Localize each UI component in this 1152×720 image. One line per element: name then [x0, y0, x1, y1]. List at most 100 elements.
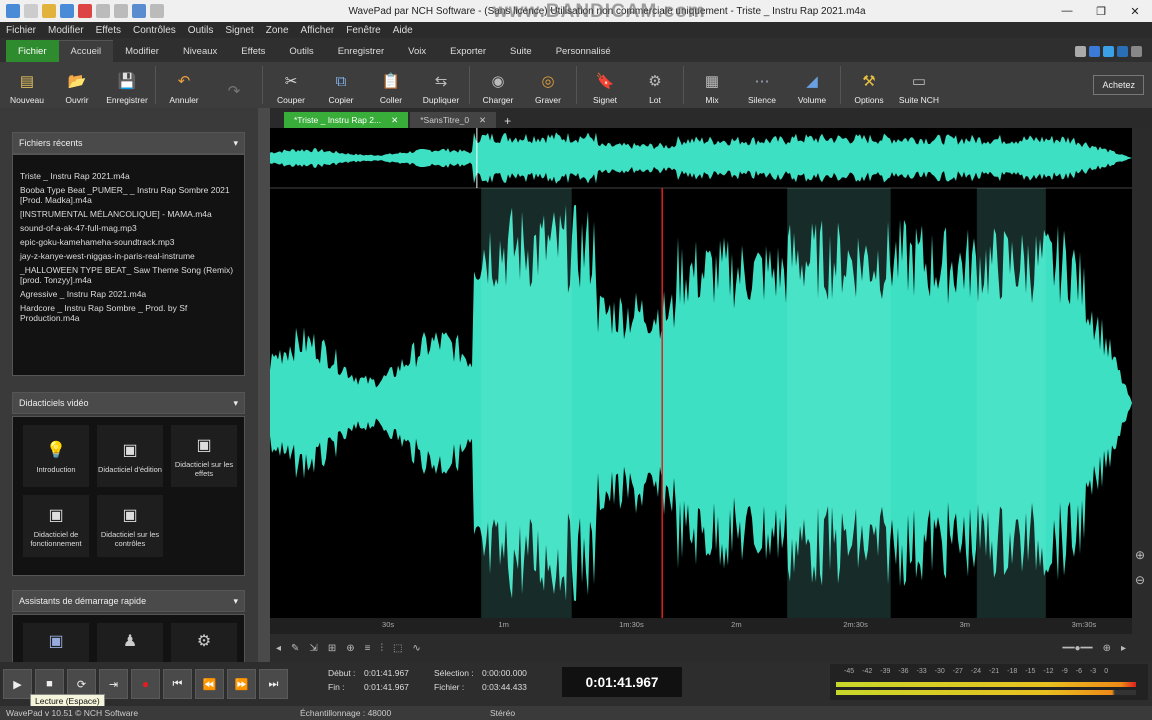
toolbar-button-8[interactable]: ⇆ Dupliquer — [416, 62, 466, 108]
recent-file-item[interactable]: [INSTRUMENTAL MÉLANCOLIQUE] - MAMA.m4a — [13, 207, 244, 221]
twitter-icon[interactable] — [1103, 45, 1114, 57]
toolbar-button-5[interactable]: ✂ Couper — [266, 62, 316, 108]
help-icon[interactable] — [1131, 45, 1142, 57]
close-icon[interactable]: ✕ — [1118, 5, 1152, 18]
menu-item-8[interactable]: Fenêtre — [346, 25, 380, 36]
recent-files-header[interactable]: Fichiers récents ▾ — [12, 132, 245, 154]
menu-item-0[interactable]: Fichier — [6, 25, 36, 36]
rewind-button[interactable]: ⏪ — [195, 669, 224, 699]
split-icon[interactable]: ⫶ — [380, 643, 383, 654]
ribbon-tab-0[interactable]: Fichier — [6, 40, 59, 62]
menu-item-7[interactable]: Afficher — [301, 25, 335, 36]
chevron-down-icon[interactable]: ▾ — [233, 596, 244, 607]
ribbon-tab-7[interactable]: Voix — [396, 40, 438, 62]
paste-icon[interactable] — [114, 4, 128, 18]
tutorial-item[interactable]: ▣ Didacticiel sur les contrôles — [97, 495, 163, 557]
mixer-icon[interactable]: ≡ — [365, 643, 371, 654]
menu-item-4[interactable]: Outils — [188, 25, 214, 36]
pencil-icon[interactable]: ✎ — [291, 643, 299, 654]
save-icon[interactable] — [60, 4, 74, 18]
toolbar-button-14[interactable]: ⋯ Silence — [737, 62, 787, 108]
select-icon[interactable]: ⇲ — [309, 643, 317, 654]
file-tab-0[interactable]: *Triste _ Instru Rap 2... ✕ — [284, 112, 409, 128]
assistants-header[interactable]: Assistants de démarrage rapide ▾ — [12, 590, 245, 612]
ribbon-tab-9[interactable]: Suite — [498, 40, 544, 62]
ribbon-tab-3[interactable]: Niveaux — [171, 40, 229, 62]
close-file-icon[interactable] — [78, 4, 92, 18]
toolbar-button-9[interactable]: ◉ Charger — [473, 62, 523, 108]
menu-item-6[interactable]: Zone — [266, 25, 289, 36]
zoom-in-icon[interactable]: ⊕ — [1103, 643, 1111, 654]
buy-button[interactable]: Achetez — [1093, 75, 1144, 95]
zoom-in-icon[interactable]: ⊕ — [1135, 548, 1145, 562]
ribbon-tab-1[interactable]: Accueil — [58, 40, 114, 62]
recent-file-item[interactable]: Booba Type Beat _PUMER_ _ Instru Rap Som… — [13, 183, 244, 207]
tutorial-item[interactable]: ▣ Didacticiel d'édition — [97, 425, 163, 487]
record-button[interactable]: ● — [131, 669, 160, 699]
ribbon-tab-6[interactable]: Enregistrer — [326, 40, 396, 62]
close-tab-icon[interactable]: ✕ — [479, 115, 486, 126]
forward-button[interactable]: ⏩ — [227, 669, 256, 699]
chevron-down-icon[interactable]: ▾ — [233, 398, 244, 409]
scroll-right-icon[interactable]: ▸ — [1121, 643, 1126, 654]
ribbon-tab-8[interactable]: Exporter — [438, 40, 498, 62]
assistant-item[interactable]: ▣ — [23, 623, 89, 663]
assistant-item[interactable]: ♟ — [97, 623, 163, 663]
menu-item-1[interactable]: Modifier — [48, 25, 84, 36]
toolbar-button-11[interactable]: 🔖 Signet — [580, 62, 630, 108]
user-icon[interactable] — [1075, 45, 1086, 57]
tutorial-item[interactable]: ▣ Didacticiel sur les effets — [171, 425, 237, 487]
toolbar-button-12[interactable]: ⚙ Lot — [630, 62, 680, 108]
recent-file-item[interactable]: jay-z-kanye-west-niggas-in-paris-real-in… — [13, 249, 244, 263]
assistant-item[interactable]: ⚙ — [171, 623, 237, 663]
recent-file-item[interactable]: Triste _ Instru Rap 2021.m4a — [13, 169, 244, 183]
restore-icon[interactable]: ❐ — [1084, 5, 1118, 18]
toolbar-button-17[interactable]: ▭ Suite NCH — [894, 62, 944, 108]
ribbon-tab-10[interactable]: Personnalisé — [544, 40, 623, 62]
toolbar-button-10[interactable]: ◎ Graver — [523, 62, 573, 108]
waveform-view[interactable] — [270, 128, 1132, 618]
toolbar-button-1[interactable]: 📂 Ouvrir — [52, 62, 102, 108]
close-tab-icon[interactable]: ✕ — [391, 115, 398, 126]
zoom-icon[interactable]: ⊕ — [346, 643, 354, 654]
selection-value[interactable]: 0:00:00.000 — [482, 666, 542, 680]
waveform-vertical-scrollbar[interactable]: ⊕ ⊖ — [1132, 128, 1152, 662]
marker-icon[interactable]: ⊞ — [328, 643, 336, 654]
timeline-ruler[interactable]: 30s 1m 1m:30s 2m 2m:30s 3m 3m:30s — [270, 618, 1132, 634]
toolbar-button-13[interactable]: ▦ Mix — [687, 62, 737, 108]
toolbar-button-4[interactable]: ↷ — [209, 62, 259, 108]
go-end-button[interactable]: ⏭ — [259, 669, 288, 699]
new-icon[interactable] — [24, 4, 38, 18]
play-button[interactable]: ▶ — [3, 669, 32, 699]
linkedin-icon[interactable] — [1117, 45, 1128, 57]
end-value[interactable]: 0:01:41.967 — [364, 680, 424, 694]
redo-icon[interactable] — [150, 4, 164, 18]
zoom-slider[interactable]: ━━●━━ — [1062, 643, 1092, 654]
recent-file-item[interactable]: Hardcore _ Instru Rap Sombre _ Prod. by … — [13, 301, 244, 325]
tutorial-item[interactable]: ▣ Didacticiel de fonctionnement — [23, 495, 89, 557]
recent-file-item[interactable]: Agressive _ Instru Rap 2021.m4a — [13, 287, 244, 301]
copy-icon[interactable] — [96, 4, 110, 18]
fit-icon[interactable]: ⬚ — [393, 643, 402, 654]
minimize-icon[interactable]: — — [1050, 5, 1084, 18]
left-panel-scrollbar[interactable] — [258, 108, 270, 662]
ribbon-tab-4[interactable]: Effets — [229, 40, 277, 62]
waveform-canvas[interactable] — [270, 128, 1132, 618]
tutorial-item[interactable]: 💡 Introduction — [23, 425, 89, 487]
toolbar-button-0[interactable]: ▤ Nouveau — [2, 62, 52, 108]
recent-file-item[interactable]: _HALLOWEEN TYPE BEAT_ Saw Theme Song (Re… — [13, 263, 244, 287]
file-tab-1[interactable]: *SansTitre_0 ✕ — [410, 112, 497, 128]
go-start-button[interactable]: ⏮ — [163, 669, 192, 699]
toolbar-button-2[interactable]: 💾 Enregistrer — [102, 62, 152, 108]
tutorials-header[interactable]: Didacticiels vidéo ▾ — [12, 392, 245, 414]
wave-icon[interactable]: ∿ — [412, 643, 420, 654]
ribbon-tab-5[interactable]: Outils — [277, 40, 325, 62]
facebook-icon[interactable] — [1089, 45, 1100, 57]
toolbar-button-15[interactable]: ◢ Volume — [787, 62, 837, 108]
toolbar-button-7[interactable]: 📋 Coller — [366, 62, 416, 108]
ribbon-tab-2[interactable]: Modifier — [113, 40, 171, 62]
recent-file-item[interactable]: sound-of-a-ak-47-full-mag.mp3 — [13, 221, 244, 235]
toolbar-button-3[interactable]: ↶ Annuler — [159, 62, 209, 108]
toolbar-button-16[interactable]: ⚒ Options — [844, 62, 894, 108]
scroll-left-icon[interactable]: ◂ — [276, 643, 281, 654]
